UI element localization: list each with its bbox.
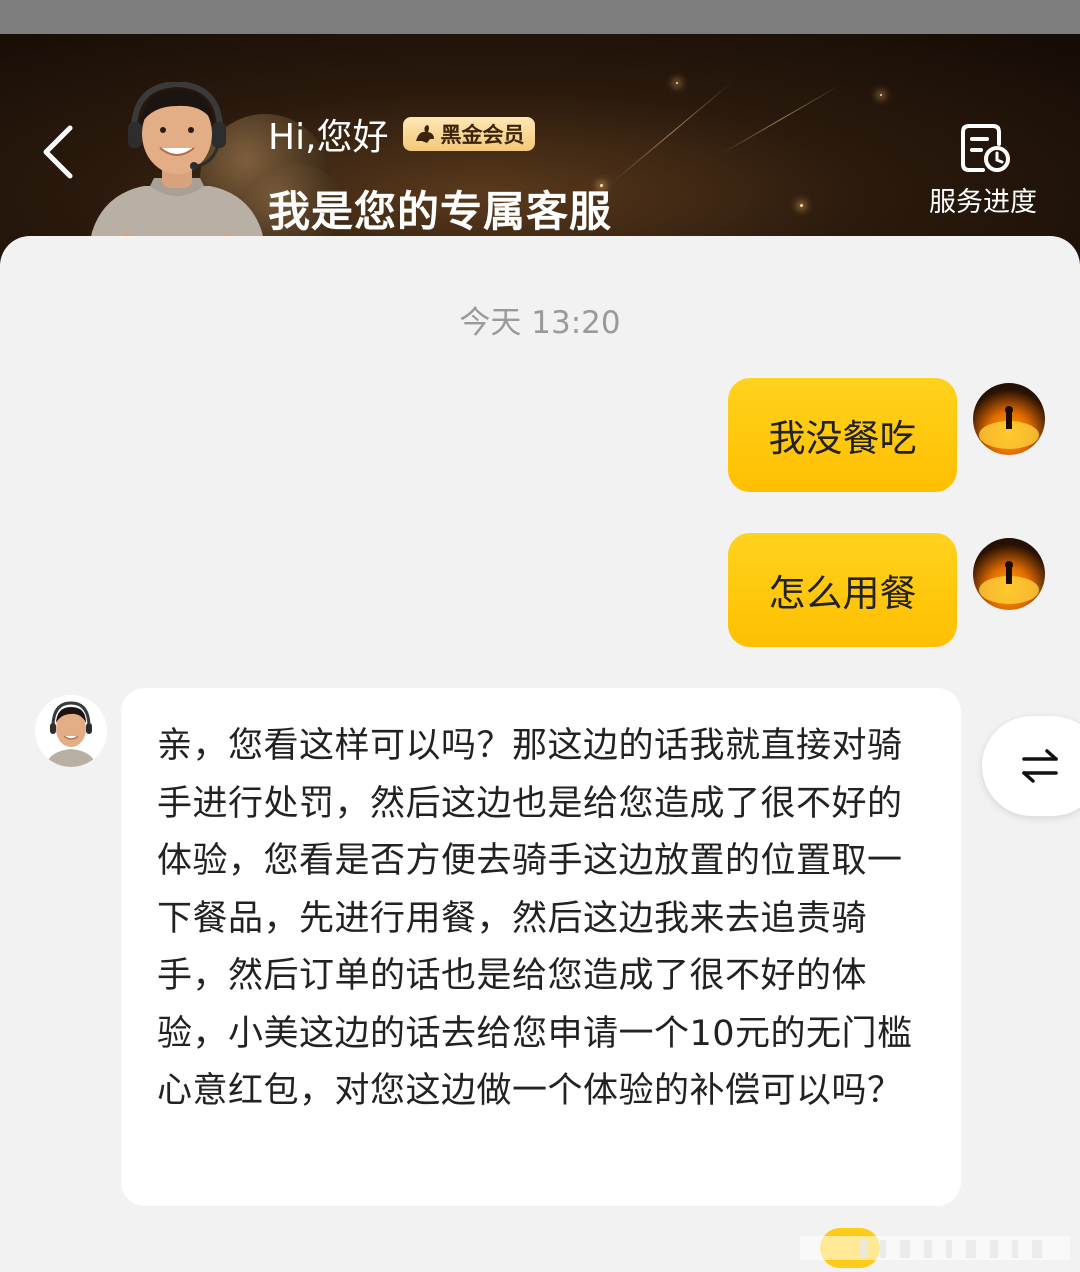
user-message-bubble[interactable]: 我没餐吃 — [728, 378, 957, 492]
user-avatar[interactable] — [973, 538, 1045, 610]
swap-arrows-icon — [1022, 749, 1058, 783]
user-message-text: 怎么用餐 — [768, 572, 917, 615]
message-timestamp: 今天 13:20 — [459, 305, 621, 341]
service-progress-button[interactable]: 服务进度 — [918, 120, 1048, 220]
header-banner: Hi,您好 黑金会员 我是您的专属客服 服务进度 — [0, 34, 1080, 264]
user-message-bubble[interactable]: 怎么用餐 — [728, 533, 957, 647]
service-progress-label: 服务进度 — [929, 187, 1037, 218]
watermark — [800, 1228, 1080, 1268]
sparkle — [800, 204, 803, 207]
kangaroo-icon — [415, 125, 434, 143]
agent-avatar[interactable] — [35, 695, 107, 767]
chevron-left-icon[interactable] — [38, 122, 82, 182]
agent-message-bubble[interactable]: 亲，您看这样可以吗？那这边的话我就直接对骑手进行处罚，然后这边也是给您造成了很不… — [121, 688, 961, 1206]
status-bar — [0, 0, 1080, 34]
light-streak — [719, 84, 842, 155]
vip-badge: 黑金会员 — [402, 117, 535, 151]
user-avatar[interactable] — [973, 383, 1045, 455]
page-title: 我是您的专属客服 — [268, 187, 613, 236]
light-streak — [609, 81, 733, 185]
greeting-text: Hi,您好 — [268, 117, 389, 158]
agent-message-text: 亲，您看这样可以吗？那这边的话我就直接对骑手进行处罚，然后这边也是给您造成了很不… — [157, 726, 913, 1111]
user-message-text: 我没餐吃 — [768, 417, 917, 460]
switch-button[interactable] — [982, 716, 1080, 816]
document-clock-icon — [961, 124, 1010, 172]
vip-badge-label: 黑金会员 — [440, 123, 525, 147]
sparkle — [880, 94, 882, 96]
sparkle — [676, 82, 678, 84]
